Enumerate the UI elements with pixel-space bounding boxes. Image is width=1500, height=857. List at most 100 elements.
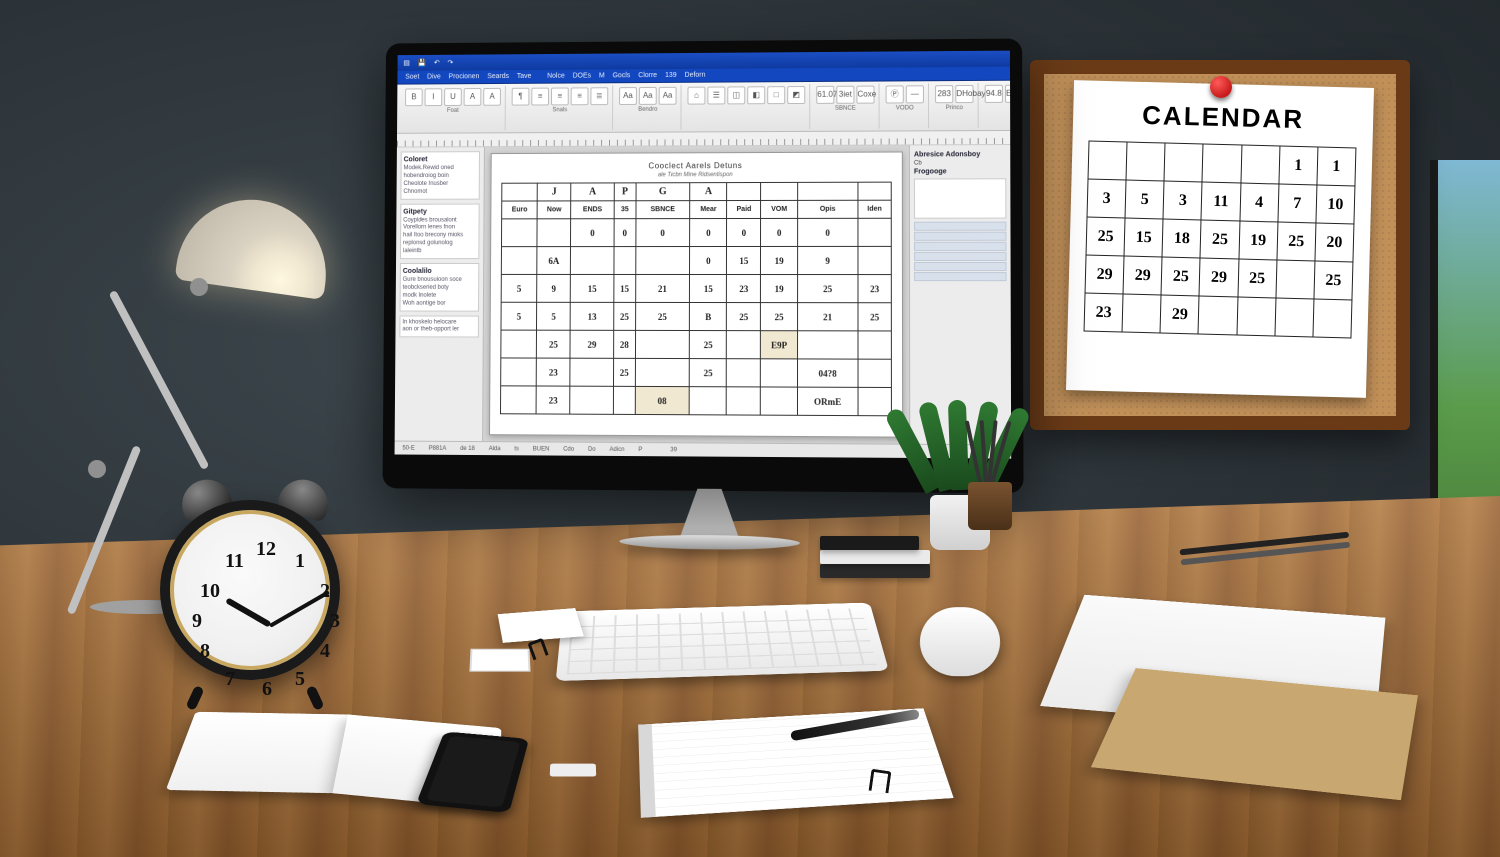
menu-item[interactable]: Deforn bbox=[685, 72, 706, 79]
calendar-cell[interactable] bbox=[761, 387, 798, 415]
calendar-cell[interactable]: 15 bbox=[570, 274, 614, 302]
calendar-cell[interactable] bbox=[501, 247, 537, 275]
ribbon-button[interactable]: ◩ bbox=[787, 86, 805, 104]
calendar-cell[interactable]: 25 bbox=[689, 359, 726, 387]
undo-icon[interactable]: ↶ bbox=[434, 59, 440, 67]
calendar-cell[interactable]: 28 bbox=[614, 330, 635, 358]
calendar-cell[interactable]: 9 bbox=[797, 246, 857, 274]
nav-section[interactable]: GitpetyCoypldes brousalontVorellorn lene… bbox=[400, 203, 480, 259]
calendar-cell[interactable]: 23 bbox=[858, 275, 891, 303]
calendar-cell[interactable]: 25 bbox=[614, 358, 635, 386]
ribbon-button[interactable]: DHobay bbox=[955, 85, 973, 103]
calendar-cell[interactable]: 25 bbox=[858, 303, 891, 331]
menu-item[interactable]: Tave bbox=[517, 73, 532, 80]
ribbon-button[interactable]: I bbox=[425, 88, 443, 106]
calendar-cell[interactable]: 15 bbox=[690, 274, 727, 302]
calendar-cell[interactable] bbox=[501, 358, 537, 386]
redo-icon[interactable]: ↷ bbox=[447, 59, 453, 67]
ribbon-button[interactable]: Ⓟ bbox=[886, 85, 904, 103]
menu-item[interactable]: Soet bbox=[405, 74, 419, 81]
calendar-cell[interactable]: 25 bbox=[797, 275, 857, 303]
calendar-cell[interactable]: E9P bbox=[761, 331, 798, 359]
calendar-cell[interactable] bbox=[501, 386, 537, 414]
calendar-cell[interactable] bbox=[858, 246, 891, 274]
menu-item[interactable]: Clorre bbox=[638, 72, 657, 79]
calendar-cell[interactable] bbox=[858, 331, 891, 359]
calendar-cell[interactable]: 25 bbox=[761, 303, 798, 331]
save-icon[interactable]: 💾 bbox=[418, 59, 427, 67]
calendar-cell[interactable]: 0 bbox=[761, 218, 798, 246]
ribbon-button[interactable]: 3iet bbox=[836, 86, 854, 104]
ribbon-button[interactable]: ⌂ bbox=[687, 87, 705, 105]
task-pane-row[interactable] bbox=[914, 242, 1006, 251]
ribbon-button[interactable]: □ bbox=[767, 86, 785, 104]
task-pane-row[interactable] bbox=[914, 262, 1006, 271]
calendar-cell[interactable]: 13 bbox=[570, 302, 614, 330]
menu-item[interactable]: 139 bbox=[665, 72, 677, 79]
calendar-cell[interactable] bbox=[571, 247, 615, 275]
calendar-cell[interactable] bbox=[570, 386, 614, 414]
calendar-cell[interactable]: 25 bbox=[537, 330, 571, 358]
calendar-cell[interactable]: 23 bbox=[537, 358, 571, 386]
calendar-cell[interactable]: 25 bbox=[727, 303, 761, 331]
ribbon-button[interactable]: Engare bbox=[1005, 85, 1011, 103]
ribbon-button[interactable]: ◧ bbox=[747, 86, 765, 104]
calendar-cell[interactable]: 5 bbox=[537, 302, 571, 330]
nav-section[interactable]: ColoretModek.Rewid onedhobendroiog boinC… bbox=[400, 151, 480, 199]
ribbon-button[interactable]: Aa bbox=[639, 87, 657, 105]
ribbon-button[interactable]: ≡ bbox=[571, 87, 589, 105]
calendar-cell[interactable]: 19 bbox=[761, 246, 798, 274]
ribbon-button[interactable]: ◫ bbox=[727, 86, 745, 104]
calendar-cell[interactable]: 15 bbox=[727, 246, 761, 274]
calendar-cell[interactable]: 25 bbox=[614, 302, 635, 330]
calendar-cell[interactable]: 0 bbox=[614, 219, 635, 247]
ribbon-button[interactable]: B bbox=[405, 88, 423, 106]
task-pane-row[interactable] bbox=[914, 252, 1006, 261]
menu-item[interactable]: Procionen bbox=[449, 73, 480, 80]
calendar-table[interactable]: JAPGAEuroNowENDS35SBNCEMearPaidVOMOpisId… bbox=[500, 182, 892, 417]
calendar-cell[interactable] bbox=[858, 387, 891, 415]
ribbon-button[interactable]: 61.07 bbox=[816, 86, 834, 104]
calendar-cell[interactable]: 21 bbox=[635, 274, 690, 302]
calendar-cell[interactable]: 0 bbox=[635, 219, 690, 247]
ribbon-button[interactable]: ≣ bbox=[590, 87, 608, 105]
ribbon-button[interactable]: Aa bbox=[659, 87, 677, 105]
task-pane-row[interactable] bbox=[914, 222, 1006, 231]
calendar-cell[interactable]: ORmE bbox=[797, 387, 858, 416]
task-pane-preview[interactable] bbox=[914, 178, 1006, 218]
calendar-cell[interactable]: 0 bbox=[571, 219, 615, 247]
calendar-cell[interactable]: 19 bbox=[761, 275, 798, 303]
calendar-cell[interactable]: 29 bbox=[570, 330, 614, 358]
task-pane-row[interactable] bbox=[914, 232, 1006, 241]
calendar-cell[interactable] bbox=[727, 359, 761, 387]
task-pane-row[interactable] bbox=[914, 272, 1006, 281]
calendar-cell[interactable] bbox=[537, 219, 571, 247]
ribbon-button[interactable]: A bbox=[483, 88, 501, 106]
calendar-cell[interactable]: 08 bbox=[635, 386, 690, 414]
navigation-pane[interactable]: ColoretModek.Rewid onedhobendroiog boinC… bbox=[395, 147, 485, 441]
nav-section[interactable]: In khoskelo helocareaon or theb-opport l… bbox=[399, 315, 479, 338]
menu-item[interactable]: M bbox=[599, 72, 605, 79]
ribbon-button[interactable]: 283 bbox=[935, 85, 953, 103]
ribbon-toolbar[interactable]: BIUAAFoat¶≡≡≡≣SnalsAaAaAaBendro⌂☰◫◧□◩61.… bbox=[397, 81, 1010, 134]
calendar-cell[interactable] bbox=[613, 386, 634, 414]
nav-section[interactable]: CoolaliloGure bnousuioon soceteobckserie… bbox=[400, 263, 480, 311]
ribbon-button[interactable]: U bbox=[444, 88, 462, 106]
calendar-cell[interactable]: 25 bbox=[635, 302, 690, 330]
calendar-cell[interactable] bbox=[727, 331, 761, 359]
calendar-cell[interactable] bbox=[635, 358, 690, 386]
calendar-cell[interactable]: 0 bbox=[727, 218, 761, 246]
ribbon-button[interactable]: ≡ bbox=[531, 88, 549, 106]
calendar-cell[interactable]: 5 bbox=[501, 302, 537, 330]
menu-item[interactable]: Gocls bbox=[613, 72, 631, 79]
calendar-cell[interactable]: 0 bbox=[690, 246, 727, 274]
calendar-cell[interactable] bbox=[797, 331, 858, 359]
calendar-cell[interactable] bbox=[858, 218, 891, 246]
ribbon-button[interactable]: 94.8 bbox=[985, 85, 1003, 103]
ribbon-button[interactable]: — bbox=[906, 85, 924, 103]
calendar-cell[interactable]: 0 bbox=[797, 218, 857, 246]
calendar-cell[interactable]: 23 bbox=[727, 275, 761, 303]
ribbon-button[interactable]: ☰ bbox=[707, 87, 725, 105]
calendar-cell[interactable] bbox=[727, 387, 761, 415]
document-page[interactable]: Cooclect Aarels Detuns ale Ticbn Mine Ri… bbox=[489, 151, 903, 437]
